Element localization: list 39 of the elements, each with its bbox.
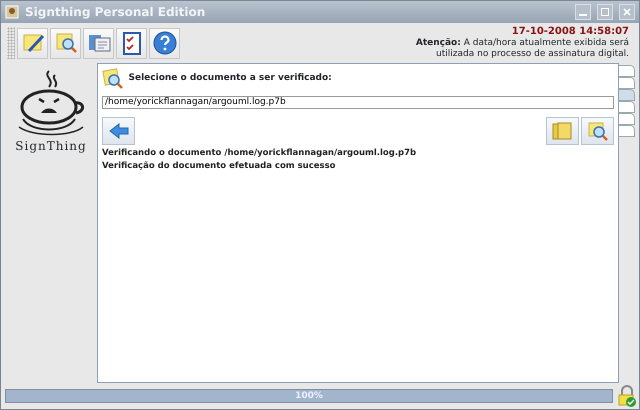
- document-search-icon: [586, 121, 608, 141]
- document-search-icon: [54, 31, 78, 55]
- toolbar-grip[interactable]: [7, 27, 15, 59]
- verify-document-button[interactable]: [50, 28, 82, 58]
- checklist-button[interactable]: [116, 28, 148, 58]
- warning-text: A data/hora atualmente exibida será: [464, 38, 629, 48]
- close-icon: [623, 8, 631, 16]
- date-time: 17-10-2008 14:58:07: [510, 26, 629, 38]
- sign-document-button[interactable]: [17, 28, 48, 58]
- help-icon: [152, 31, 177, 55]
- side-tab[interactable]: [619, 65, 635, 77]
- side-tab[interactable]: [619, 89, 635, 101]
- logo-text: SignThing: [15, 138, 87, 155]
- side-tab[interactable]: [619, 125, 635, 137]
- maximize-icon: [601, 8, 609, 16]
- warning-text: utilizada no processo de assinatura digital.: [435, 49, 629, 60]
- file-path-field[interactable]: /home/yorickflannagan/argouml.log.p7b: [102, 96, 614, 109]
- back-button[interactable]: [102, 117, 135, 145]
- folder-icon: [551, 121, 574, 141]
- progress-label: 100%: [294, 390, 324, 402]
- warning-label: Atenção:: [416, 38, 461, 48]
- side-tab[interactable]: [619, 113, 635, 125]
- status-message: Verificando o documento /home/yorickflannagan/argouml.log.p7b: [102, 147, 418, 160]
- lock-check-icon: [617, 385, 637, 407]
- window-title: Signthing Personal Edition: [25, 4, 206, 21]
- open-folder-button[interactable]: [546, 117, 579, 145]
- document-search-icon: [102, 68, 124, 90]
- app-icon: [5, 5, 19, 19]
- minimize-button[interactable]: [575, 4, 591, 20]
- back-arrow-icon: [108, 123, 128, 139]
- certificates-button[interactable]: [83, 28, 114, 58]
- help-button[interactable]: [149, 28, 180, 58]
- verify-button[interactable]: [581, 117, 614, 145]
- panel-heading: Selecione o documento a ser verificado:: [128, 72, 332, 86]
- close-button[interactable]: [619, 4, 635, 20]
- side-tab[interactable]: [619, 77, 635, 89]
- side-tab[interactable]: [619, 101, 635, 113]
- maximize-button[interactable]: [597, 4, 613, 20]
- status-message: Verificação do documento efetuada com sucesso: [102, 160, 336, 172]
